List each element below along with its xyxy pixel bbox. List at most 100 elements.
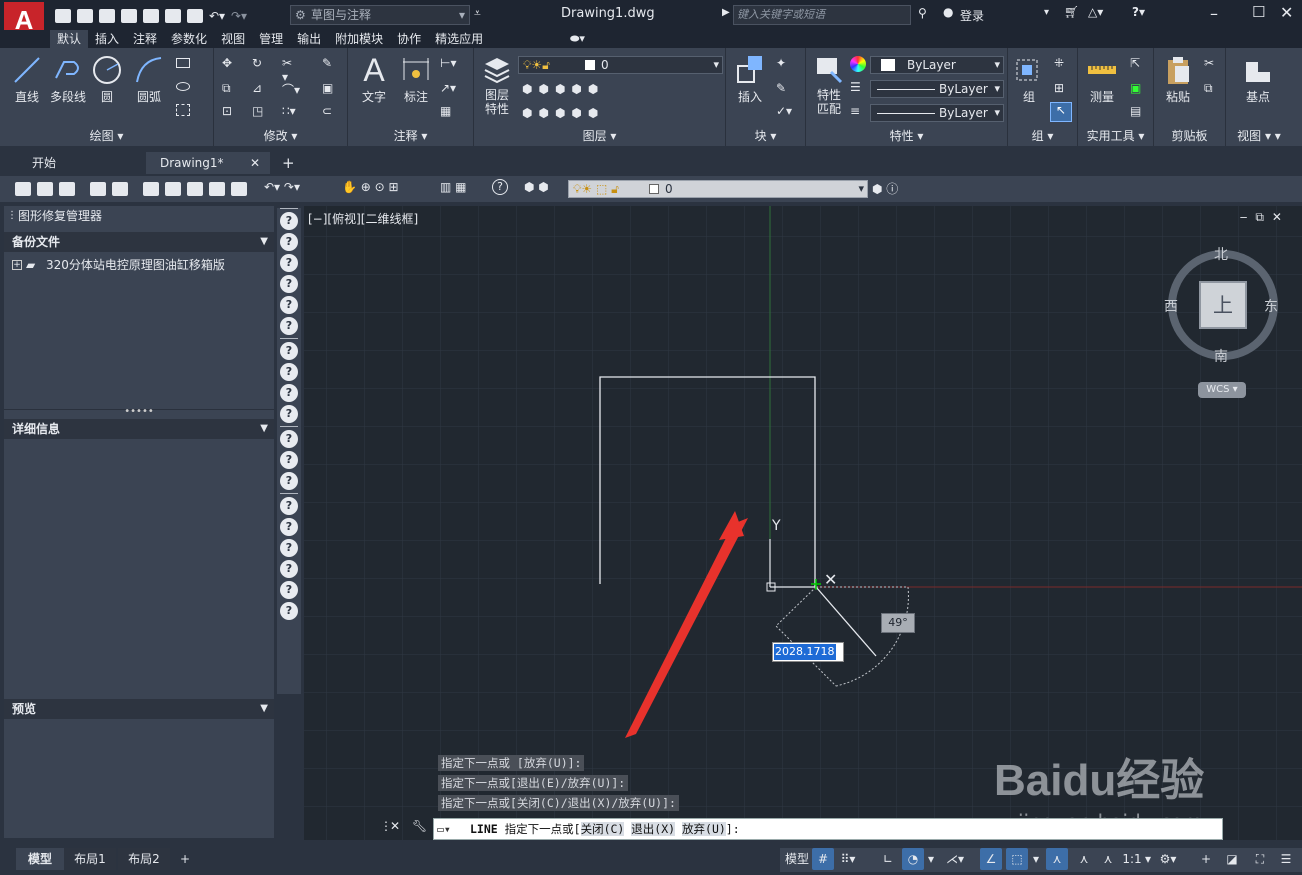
panel-block-label[interactable]: 块 ▾: [726, 127, 805, 144]
move-icon[interactable]: ✥: [222, 56, 238, 72]
compass-south[interactable]: 南: [1214, 346, 1228, 366]
text-tool[interactable]: A 文字: [354, 52, 394, 105]
tab-drawing1[interactable]: Drawing1* ✕: [146, 152, 270, 174]
tb-layer-tools-icon[interactable]: ⬢ ⓘ: [872, 180, 898, 197]
help-tool-icon-3[interactable]: ?: [280, 254, 298, 272]
tab-start[interactable]: 开始: [18, 152, 146, 174]
help-tool-icon-1[interactable]: ?: [280, 212, 298, 230]
ellipse-icon[interactable]: [176, 82, 190, 91]
panel-utilities-label[interactable]: 实用工具 ▾: [1078, 127, 1153, 144]
workspace-gear-icon[interactable]: ⚙▾: [1154, 848, 1182, 870]
cmd-option-undo[interactable]: 放弃(U): [682, 822, 726, 836]
undo-icon[interactable]: ↶▾: [209, 9, 225, 23]
new-tab-icon[interactable]: +: [282, 154, 295, 172]
ribbon-options-icon[interactable]: ⬬▾: [570, 32, 585, 46]
command-input[interactable]: ▭▾ LINE 指定下一点或[关闭(C) 退出(X) 放弃(U)]:: [433, 818, 1223, 840]
layer-dropdown[interactable]: 💡︎☀🔓︎ 0: [518, 56, 723, 74]
polar-toggle-icon[interactable]: ◔: [902, 848, 924, 870]
ribbon-tab-6[interactable]: 输出: [290, 30, 328, 48]
details-header[interactable]: 详细信息 ▼: [4, 419, 274, 439]
grid-toggle-icon[interactable]: #: [812, 848, 834, 870]
new-layout-icon[interactable]: +: [178, 848, 192, 870]
panel-annotation-label[interactable]: 注释 ▾: [348, 127, 473, 144]
line-tool[interactable]: 直线: [8, 54, 46, 105]
base-view-tool[interactable]: 基点: [1234, 54, 1282, 105]
close-icon[interactable]: ✕: [1280, 3, 1293, 22]
viewcube-top-face[interactable]: 上: [1199, 281, 1247, 329]
array-icon[interactable]: ∷▾: [282, 104, 298, 120]
compass-west[interactable]: 西: [1164, 296, 1178, 316]
mirror-icon[interactable]: ⊿: [252, 81, 268, 97]
stretch-icon[interactable]: ⊡: [222, 104, 238, 120]
help-tool-icon-2[interactable]: ?: [280, 233, 298, 251]
hatch-icon[interactable]: [176, 104, 190, 116]
cmd-option-close[interactable]: 关闭(C): [580, 822, 625, 836]
help-tool-icon-13[interactable]: ?: [280, 472, 298, 490]
customize-icon[interactable]: ☰: [1276, 848, 1296, 870]
pan-icon[interactable]: ✋ ⊕ ⊙ ⊞: [342, 180, 399, 194]
login-link[interactable]: 登录: [960, 7, 984, 24]
help-tool-icon-18[interactable]: ?: [280, 581, 298, 599]
save-icon[interactable]: [99, 8, 115, 23]
help-tool-icon-17[interactable]: ?: [280, 560, 298, 578]
paste-tool[interactable]: 粘贴: [1158, 54, 1198, 105]
ribbon-tab-1[interactable]: 插入: [88, 30, 126, 48]
ribbon-tab-5[interactable]: 管理: [252, 30, 290, 48]
match-properties-tool[interactable]: 特性 匹配: [810, 54, 848, 116]
copy-clip-icon[interactable]: ⧉: [1204, 81, 1220, 97]
polar-dropdown-icon[interactable]: ▾: [926, 848, 936, 870]
table-icon[interactable]: ▦: [440, 104, 456, 120]
tb-help3-icon[interactable]: [208, 181, 225, 196]
preview-header[interactable]: 预览 ▼: [4, 699, 274, 719]
scale-dropdown-icon[interactable]: ▾: [1143, 848, 1153, 870]
wcs-menu[interactable]: WCS ▾: [1198, 382, 1246, 398]
fillet-icon[interactable]: ⌒▾: [282, 81, 300, 97]
cmd-close-icon[interactable]: ✕: [390, 819, 400, 833]
group-select-icon[interactable]: ↖: [1050, 102, 1072, 122]
grip-icon[interactable]: ⋮: [7, 206, 17, 226]
annotation-scale-icon[interactable]: ⋏: [1098, 848, 1118, 870]
isodraft-icon[interactable]: ⋌▾: [940, 848, 970, 870]
web-save-icon[interactable]: [165, 8, 181, 23]
ribbon-tab-0[interactable]: 默认: [50, 30, 89, 48]
isolate-icon[interactable]: ◪: [1222, 848, 1242, 870]
cmd-customize-icon[interactable]: 🔧︎: [412, 819, 427, 833]
quick-select-icon[interactable]: ⇱: [1130, 56, 1146, 72]
panel-draw-label[interactable]: 绘图 ▾: [0, 127, 213, 144]
viewport-window-controls[interactable]: ‒⧉✕: [1240, 210, 1290, 225]
rectangle-icon[interactable]: [176, 58, 190, 68]
help-tool-icon-12[interactable]: ?: [280, 451, 298, 469]
attribute-icon[interactable]: ✓▾: [776, 104, 792, 120]
splitter-grip[interactable]: •••••: [4, 407, 274, 417]
measure-tool[interactable]: 测量: [1082, 54, 1122, 105]
search-input[interactable]: 键入关键字或短语: [733, 5, 911, 25]
tb-plot-icon[interactable]: [89, 181, 106, 196]
erase-icon[interactable]: ✎: [322, 56, 338, 72]
copy-icon[interactable]: ⧉: [222, 81, 238, 97]
help-tool-icon-15[interactable]: ?: [280, 518, 298, 536]
help-tool-icon-6[interactable]: ?: [280, 317, 298, 335]
object-snap-tracking-icon[interactable]: ∠: [980, 848, 1002, 870]
ribbon-tab-9[interactable]: 精选应用: [428, 30, 490, 48]
panel-layers-label[interactable]: 图层 ▾: [474, 127, 725, 144]
help-tool-icon-5[interactable]: ?: [280, 296, 298, 314]
rotate-icon[interactable]: ↻: [252, 56, 268, 72]
ortho-toggle-icon[interactable]: ∟: [878, 848, 898, 870]
calculator-icon[interactable]: ▤: [1130, 104, 1146, 120]
help-tool-icon-7[interactable]: ?: [280, 342, 298, 360]
layer-tools-icons-2[interactable]: ⬢⬢⬢⬢⬢: [522, 106, 604, 120]
ribbon-tab-8[interactable]: 协作: [390, 30, 428, 48]
tb-save-icon[interactable]: [59, 181, 75, 196]
a360-icon[interactable]: △▾: [1088, 5, 1103, 19]
help-icon[interactable]: ?▾: [1132, 5, 1145, 19]
layout-tab-2[interactable]: 布局2: [118, 848, 170, 870]
leader-icon[interactable]: ⊢▾: [440, 56, 456, 72]
select-all-icon[interactable]: ▣: [1130, 81, 1146, 97]
help-tool-icon-9[interactable]: ?: [280, 384, 298, 402]
customize-qat-icon[interactable]: ⩡: [474, 6, 481, 21]
layout-tab-1[interactable]: 布局1: [64, 848, 116, 870]
group-tool[interactable]: 组: [1012, 54, 1046, 105]
tb-layer-icons[interactable]: ⬢ ⬢: [524, 180, 549, 194]
offset-icon[interactable]: ⊂: [322, 104, 338, 120]
snap-toggle-icon[interactable]: ⠿▾: [836, 848, 860, 870]
